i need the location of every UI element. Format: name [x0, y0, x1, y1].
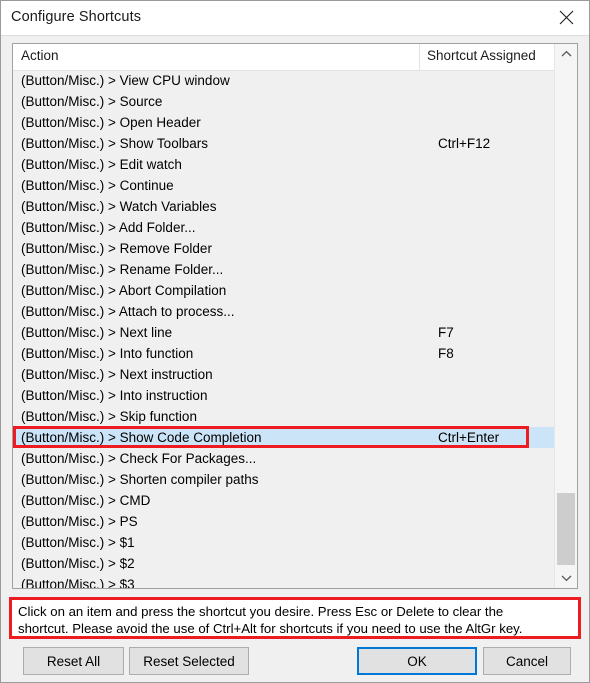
row-action-label: (Button/Misc.) > Remove Folder — [21, 241, 212, 256]
row-action-label: (Button/Misc.) > Add Folder... — [21, 220, 196, 235]
table-row[interactable]: (Button/Misc.) > Attach to process... — [13, 301, 554, 322]
table-row[interactable]: (Button/Misc.) > PS — [13, 511, 554, 532]
hint-line-2: shortcut. Please avoid the use of Ctrl+A… — [18, 621, 523, 636]
hint-line-1: Click on an item and press the shortcut … — [18, 604, 504, 619]
row-action-label: (Button/Misc.) > $2 — [21, 556, 135, 571]
table-row[interactable]: (Button/Misc.) > Abort Compilation — [13, 280, 554, 301]
dialog-title: Configure Shortcuts — [11, 9, 142, 25]
row-action-label: (Button/Misc.) > Edit watch — [21, 157, 182, 172]
list-rows: (Button/Misc.) > View CPU window (Button/… — [13, 70, 554, 588]
ok-button[interactable]: OK — [357, 647, 477, 675]
table-row[interactable]: (Button/Misc.) > Into instruction — [13, 385, 554, 406]
scrollbar-thumb[interactable] — [557, 493, 575, 565]
title-bar: Configure Shortcuts — [1, 1, 589, 36]
table-row[interactable]: (Button/Misc.) > Next line F7 — [13, 322, 554, 343]
row-action-label: (Button/Misc.) > Open Header — [21, 115, 201, 130]
column-header-action[interactable]: Action — [21, 48, 59, 63]
list-header-row: Action Shortcut Assigned — [13, 44, 577, 71]
row-action-label: (Button/Misc.) > Source — [21, 94, 163, 109]
row-action-label: (Button/Misc.) > $1 — [21, 535, 135, 550]
column-header-shortcut[interactable]: Shortcut Assigned — [427, 48, 536, 63]
table-row[interactable]: (Button/Misc.) > Watch Variables — [13, 196, 554, 217]
chevron-down-icon[interactable] — [555, 568, 577, 588]
table-row[interactable]: (Button/Misc.) > Continue — [13, 175, 554, 196]
row-action-label: (Button/Misc.) > Shorten compiler paths — [21, 472, 259, 487]
row-action-label: (Button/Misc.) > Into function — [21, 346, 194, 361]
configure-shortcuts-dialog: Configure Shortcuts Action Shortcut Assi… — [0, 0, 590, 683]
reset-all-button[interactable]: Reset All — [23, 647, 124, 675]
row-action-label: (Button/Misc.) > Show Toolbars — [21, 136, 208, 151]
cancel-button[interactable]: Cancel — [483, 647, 571, 675]
table-row[interactable]: (Button/Misc.) > Skip function — [13, 406, 554, 427]
table-row[interactable]: (Button/Misc.) > Open Header — [13, 112, 554, 133]
row-action-label: (Button/Misc.) > Watch Variables — [21, 199, 217, 214]
row-action-label: (Button/Misc.) > Show Code Completion — [21, 430, 262, 445]
row-action-label: (Button/Misc.) > Continue — [21, 178, 174, 193]
table-row[interactable]: (Button/Misc.) > Rename Folder... — [13, 259, 554, 280]
table-row[interactable]: (Button/Misc.) > Remove Folder — [13, 238, 554, 259]
table-row[interactable]: (Button/Misc.) > Next instruction — [13, 364, 554, 385]
table-row[interactable]: (Button/Misc.) > Shorten compiler paths — [13, 469, 554, 490]
row-action-label: (Button/Misc.) > Into instruction — [21, 388, 208, 403]
row-shortcut-label: F7 — [438, 325, 454, 340]
row-action-label: (Button/Misc.) > Check For Packages... — [21, 451, 257, 466]
table-row[interactable]: (Button/Misc.) > CMD — [13, 490, 554, 511]
row-action-label: (Button/Misc.) > View CPU window — [21, 73, 230, 88]
table-row[interactable]: (Button/Misc.) > Show Code Completion Ctr… — [13, 427, 554, 448]
table-row[interactable]: (Button/Misc.) > Into function F8 — [13, 343, 554, 364]
row-action-label: (Button/Misc.) > PS — [21, 514, 138, 529]
row-action-label: (Button/Misc.) > Next line — [21, 325, 173, 340]
table-row[interactable]: (Button/Misc.) > View CPU window — [13, 70, 554, 91]
row-shortcut-label: F8 — [438, 346, 454, 361]
table-row[interactable]: (Button/Misc.) > Check For Packages... — [13, 448, 554, 469]
row-action-label: (Button/Misc.) > Attach to process... — [21, 304, 235, 319]
shortcuts-list[interactable]: Action Shortcut Assigned (Button/Misc.) … — [12, 43, 578, 589]
row-action-label: (Button/Misc.) > Rename Folder... — [21, 262, 224, 277]
close-icon[interactable] — [544, 1, 589, 34]
vertical-scrollbar[interactable] — [554, 44, 577, 588]
table-row[interactable]: (Button/Misc.) > $3 — [13, 574, 554, 589]
table-row[interactable]: (Button/Misc.) > Source — [13, 91, 554, 112]
table-row[interactable]: (Button/Misc.) > Edit watch — [13, 154, 554, 175]
row-action-label: (Button/Misc.) > Abort Compilation — [21, 283, 227, 298]
chevron-up-icon[interactable] — [555, 44, 577, 64]
table-row[interactable]: (Button/Misc.) > $1 — [13, 532, 554, 553]
table-row[interactable]: (Button/Misc.) > $2 — [13, 553, 554, 574]
table-row[interactable]: (Button/Misc.) > Add Folder... — [13, 217, 554, 238]
column-divider[interactable] — [419, 44, 420, 70]
reset-selected-button[interactable]: Reset Selected — [129, 647, 249, 675]
row-shortcut-label: Ctrl+Enter — [438, 430, 500, 445]
row-action-label: (Button/Misc.) > $3 — [21, 577, 135, 589]
row-shortcut-label: Ctrl+F12 — [438, 136, 491, 151]
row-action-label: (Button/Misc.) > Skip function — [21, 409, 197, 424]
hint-box: Click on an item and press the shortcut … — [9, 597, 581, 639]
table-row[interactable]: (Button/Misc.) > Show Toolbars Ctrl+F12 — [13, 133, 554, 154]
row-action-label: (Button/Misc.) > CMD — [21, 493, 151, 508]
row-action-label: (Button/Misc.) > Next instruction — [21, 367, 213, 382]
